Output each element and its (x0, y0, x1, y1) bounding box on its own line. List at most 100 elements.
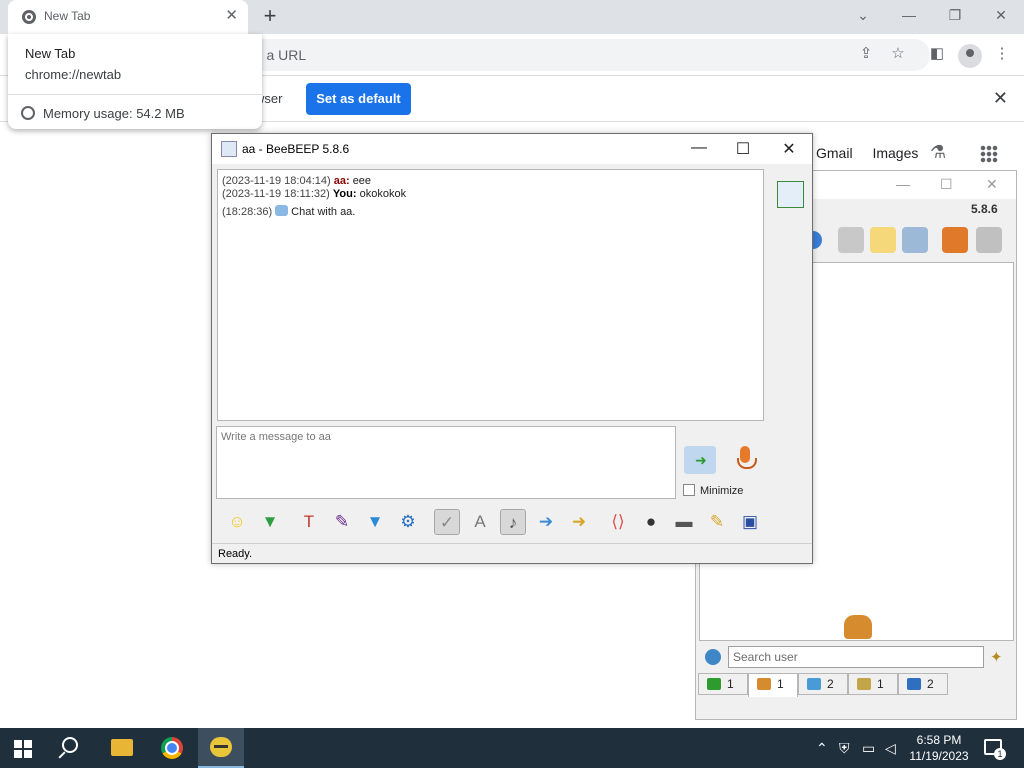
chrome-menu-icon[interactable]: ⋮ (991, 43, 1013, 65)
checkbox-box[interactable] (683, 484, 695, 496)
chrome-taskbar-icon[interactable] (161, 737, 183, 759)
search-user-input[interactable] (728, 646, 984, 668)
chat-message: (2023-11-19 18:11:32) You: okokokok (222, 188, 759, 201)
chat-close-button[interactable]: ✕ (766, 139, 812, 159)
main-close-button[interactable]: ✕ (986, 176, 998, 193)
spellcheck-icon[interactable]: ✓ (434, 509, 460, 535)
screenshot-icon[interactable]: ● (638, 509, 664, 535)
beebeep-taskbar-button[interactable] (198, 728, 244, 768)
filter-icon[interactable]: ▼ (362, 509, 388, 535)
font-icon[interactable]: T (296, 509, 322, 535)
clock-time: 6:58 PM (916, 733, 962, 747)
chat-member-pane (767, 169, 812, 504)
main-maximize-button[interactable]: ☐ (940, 176, 953, 193)
send-folder-icon[interactable]: ➜ (566, 509, 592, 535)
hover-card-title: New Tab (25, 46, 76, 61)
gmail-link[interactable]: Gmail (816, 145, 853, 161)
trash-icon[interactable] (976, 227, 1002, 253)
edit-icon[interactable]: ✎ (704, 509, 730, 535)
groups-tab-icon (857, 678, 871, 690)
tab-count: 1 (877, 677, 884, 691)
clock-date: 11/19/2023 (909, 749, 969, 763)
share-icon[interactable]: ⇪ (855, 43, 877, 65)
window-close-button[interactable]: ✕ (978, 4, 1024, 28)
network-status-icon[interactable]: ▭ (862, 740, 875, 756)
update-icon[interactable] (942, 227, 968, 253)
close-tab-icon[interactable]: ✕ (225, 7, 238, 25)
beebeep-app-icon (221, 141, 237, 157)
chat-minimize-button[interactable]: — (676, 139, 722, 157)
tab-users[interactable]: 1 (748, 673, 798, 697)
chat-maximize-button[interactable]: ☐ (720, 139, 766, 159)
green-arrow-icon[interactable]: ▼ (257, 509, 283, 535)
message-author: aa: (333, 175, 350, 187)
window-minimize-button[interactable]: — (886, 4, 932, 28)
volume-muted-icon[interactable]: ◁ (885, 740, 896, 756)
bookmark-star-icon[interactable]: ☆ (887, 43, 909, 65)
status-bar: Ready. (212, 543, 812, 563)
clear-search-icon[interactable]: ✦ (990, 648, 1003, 666)
profile-avatar[interactable] (958, 44, 982, 68)
browser-tab[interactable]: New Tab ✕ (8, 0, 248, 34)
settings-icon[interactable]: ⚙ (395, 509, 421, 535)
microphone-icon[interactable] (735, 446, 757, 474)
chrome-tabstrip: New Tab ✕ + ⌄ — ❐ ✕ (0, 0, 1024, 34)
google-apps-icon[interactable] (980, 145, 998, 163)
set-as-default-button[interactable]: Set as default (306, 83, 411, 115)
message-timestamp: (2023-11-19 18:04:14) (222, 175, 331, 187)
chat-history[interactable]: (2023-11-19 18:04:14) aa: eee (2023-11-1… (217, 169, 764, 421)
write-icon[interactable] (870, 227, 896, 253)
side-panel-icon[interactable]: ◧ (926, 43, 948, 65)
infobar-close-icon[interactable]: ✕ (993, 88, 1008, 109)
show-hidden-icons-icon[interactable]: ⌃ (816, 740, 828, 756)
hover-card-divider (8, 94, 262, 95)
taskbar: ⌃ ⛨ ▭ ◁ 6:58 PM 11/19/2023 1 (0, 728, 1024, 768)
images-link[interactable]: Images (872, 145, 918, 161)
users-icon (844, 615, 872, 639)
save-icon[interactable]: ▣ (737, 509, 763, 535)
tab-count: 1 (727, 677, 734, 691)
hover-card-url: chrome://newtab (25, 67, 122, 82)
tab-count: 2 (927, 677, 934, 691)
security-icon[interactable]: ⛨ (839, 740, 850, 756)
music-icon[interactable]: ♪ (500, 509, 526, 535)
message-timestamp: (2023-11-19 18:11:32) (222, 188, 330, 200)
chrome-favicon-icon (22, 10, 36, 24)
tab-count: 1 (777, 677, 784, 691)
system-text: Chat with aa. (291, 206, 356, 218)
main-minimize-button[interactable]: — (896, 176, 910, 192)
search-icon[interactable] (62, 737, 78, 753)
file-explorer-icon[interactable] (111, 739, 133, 756)
window-restore-button[interactable]: ❐ (932, 4, 978, 28)
user-avatar-icon[interactable] (777, 181, 804, 208)
tab-files[interactable]: 2 (898, 673, 948, 695)
dictionary-icon[interactable]: A (467, 509, 493, 535)
send-message-icon[interactable] (684, 446, 716, 474)
minimize-checkbox[interactable]: Minimize (683, 484, 743, 497)
send-file-icon[interactable]: ➔ (533, 509, 559, 535)
ntp-links: Gmail Images (816, 145, 934, 161)
message-icon[interactable] (838, 227, 864, 253)
emoticon-icon[interactable]: ☺ (224, 509, 250, 535)
message-input[interactable] (216, 426, 676, 499)
tools-icon[interactable] (902, 227, 928, 253)
tab-count: 2 (827, 677, 834, 691)
tab-chats[interactable]: 1 (698, 673, 748, 695)
search-options-icon[interactable] (705, 649, 721, 665)
version-label: 5.8.6 (971, 202, 998, 216)
code-icon[interactable]: ⟨⟩ (605, 509, 631, 535)
system-clock[interactable]: 6:58 PM 11/19/2023 (906, 732, 972, 764)
chat-titlebar: aa - BeeBEEP 5.8.6 — ☐ ✕ (212, 134, 812, 164)
clear-icon[interactable]: ▬ (671, 509, 697, 535)
start-button-icon[interactable] (14, 740, 32, 758)
omnibox-input[interactable] (240, 39, 710, 71)
beebeep-taskbar-icon (210, 737, 232, 757)
tab-search-icon[interactable]: ⌄ (840, 4, 886, 28)
tab-groups[interactable]: 1 (848, 673, 898, 695)
color-icon[interactable]: ✎ (329, 509, 355, 535)
chat-system-message: (18:28:36) Chat with aa. (222, 205, 759, 218)
labs-flask-icon[interactable]: ⚗ (930, 142, 946, 163)
minimize-label: Minimize (700, 485, 744, 497)
new-tab-button[interactable]: + (258, 4, 282, 28)
tab-messages[interactable]: 2 (798, 673, 848, 695)
